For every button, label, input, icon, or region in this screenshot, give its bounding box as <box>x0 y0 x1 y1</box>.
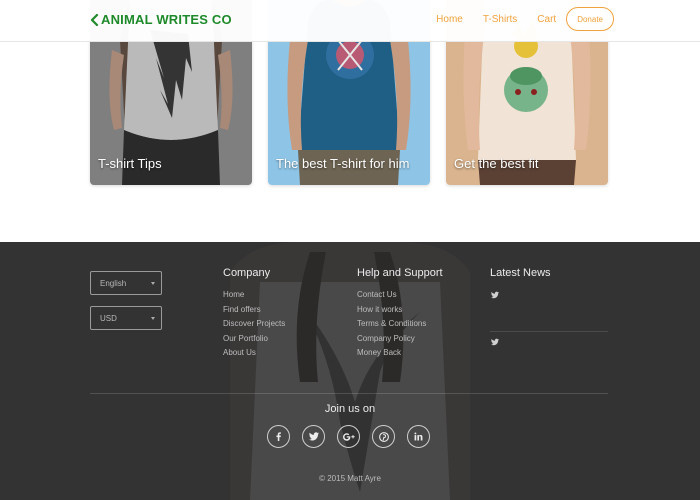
footer-divider <box>90 393 608 394</box>
footer-link-home[interactable]: Home <box>223 288 285 303</box>
company-heading: Company <box>223 267 271 279</box>
twitter-icon[interactable] <box>491 291 499 299</box>
language-select[interactable]: English <box>90 271 162 295</box>
currency-select[interactable]: USD <box>90 306 162 330</box>
card-title: The best T-shirt for him <box>276 156 410 171</box>
navbar: ANIMAL WRITES CO Home T-Shirts Cart Dona… <box>0 0 700 42</box>
linkedin-button[interactable] <box>407 425 430 448</box>
google-plus-icon <box>342 432 355 441</box>
footer-link-contact-us[interactable]: Contact Us <box>357 288 426 303</box>
nav-cart[interactable]: Cart <box>537 14 556 25</box>
nav-links: Home T-Shirts Cart Donate <box>416 7 614 31</box>
facebook-icon <box>276 432 281 441</box>
chevron-left-icon <box>90 13 99 26</box>
footer-link-money-back[interactable]: Money Back <box>357 346 426 361</box>
footer-link-our-portfolio[interactable]: Our Portfolio <box>223 332 285 347</box>
brand-link[interactable]: ANIMAL WRITES CO <box>90 12 232 27</box>
donate-button[interactable]: Donate <box>566 7 614 31</box>
twitter-icon[interactable] <box>491 338 499 346</box>
brand-name: ANIMAL WRITES CO <box>101 12 232 27</box>
nav-home[interactable]: Home <box>436 14 463 25</box>
google-plus-button[interactable] <box>337 425 360 448</box>
help-links: Contact Us How it works Terms & Conditio… <box>357 288 426 361</box>
card-title: T-shirt Tips <box>98 156 162 171</box>
currency-value: USD <box>100 314 117 323</box>
news-divider <box>490 331 608 332</box>
footer-link-company-policy[interactable]: Company Policy <box>357 332 426 347</box>
latest-news-heading: Latest News <box>490 267 551 279</box>
copyright: © 2015 Matt Ayre <box>319 474 381 483</box>
card-title: Get the best fit <box>454 156 539 171</box>
facebook-button[interactable] <box>267 425 290 448</box>
linkedin-icon <box>414 432 423 441</box>
footer-link-discover-projects[interactable]: Discover Projects <box>223 317 285 332</box>
pinterest-icon <box>378 431 389 442</box>
twitter-button[interactable] <box>302 425 325 448</box>
footer-link-find-offers[interactable]: Find offers <box>223 303 285 318</box>
join-us-heading: Join us on <box>324 403 376 415</box>
caret-down-icon <box>151 317 155 320</box>
help-heading: Help and Support <box>357 267 443 279</box>
caret-down-icon <box>151 282 155 285</box>
nav-tshirts[interactable]: T-Shirts <box>483 14 517 25</box>
pinterest-button[interactable] <box>372 425 395 448</box>
social-links <box>267 425 442 448</box>
footer-link-about-us[interactable]: About Us <box>223 346 285 361</box>
twitter-icon <box>308 432 319 441</box>
footer-link-terms[interactable]: Terms & Conditions <box>357 317 426 332</box>
language-value: English <box>100 279 127 288</box>
footer-link-how-it-works[interactable]: How it works <box>357 303 426 318</box>
company-links: Home Find offers Discover Projects Our P… <box>223 288 285 361</box>
